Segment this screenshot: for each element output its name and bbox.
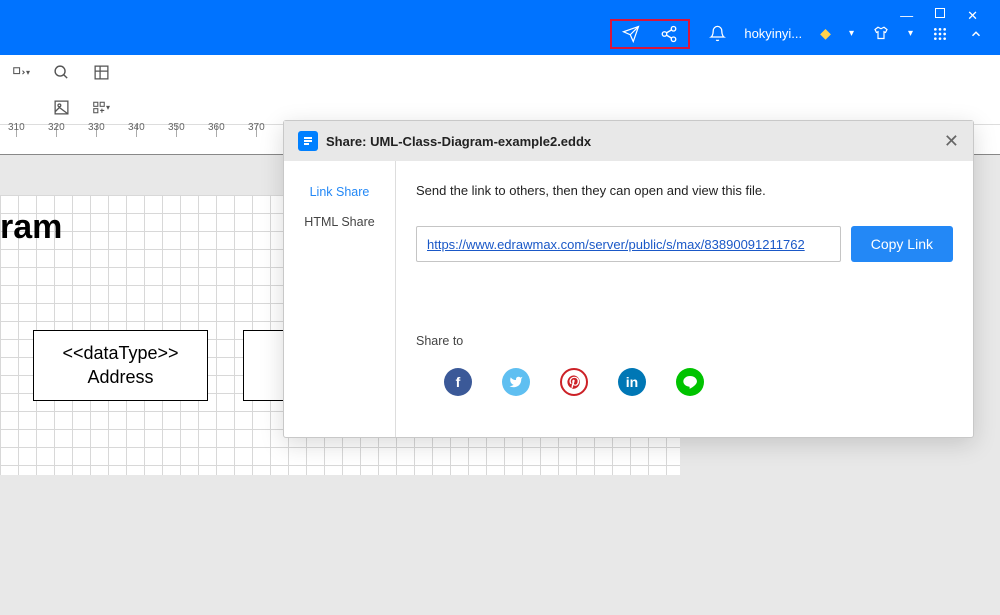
dialog-body: Link Share HTML Share Send the link to o… — [284, 161, 973, 437]
dialog-close-button[interactable]: ✕ — [944, 131, 959, 152]
send-icon[interactable] — [622, 25, 640, 43]
shirt-icon[interactable] — [872, 25, 890, 43]
ruler-tick: 360 — [208, 122, 225, 133]
facebook-icon[interactable]: f — [444, 368, 472, 396]
toolbar: ▾ ▾ — [0, 55, 1000, 125]
close-button[interactable]: ✕ — [967, 8, 978, 24]
ruler-tick: 370 — [248, 122, 265, 133]
dialog-tabs: Link Share HTML Share — [284, 161, 396, 437]
maximize-button[interactable] — [935, 8, 945, 18]
share-link-input[interactable]: https://www.edrawmax.com/server/public/s… — [416, 226, 841, 262]
linkedin-icon[interactable]: in — [618, 368, 646, 396]
instruction-text: Send the link to others, then they can o… — [416, 183, 953, 198]
diagram-title[interactable]: ram — [0, 208, 62, 247]
ruler-tick: 330 — [88, 122, 105, 133]
line-icon[interactable] — [676, 368, 704, 396]
shirt-dropdown[interactable]: ▾ — [908, 28, 913, 39]
apps-icon[interactable] — [931, 25, 949, 43]
ruler-tick: 340 — [128, 122, 145, 133]
collapse-icon[interactable] — [967, 25, 985, 43]
ruler-tick: 310 — [8, 122, 25, 133]
link-row: https://www.edrawmax.com/server/public/s… — [416, 226, 953, 262]
ruler-tick: 320 — [48, 122, 65, 133]
share-to-label: Share to — [416, 334, 953, 348]
search-icon[interactable] — [52, 64, 70, 82]
twitter-icon[interactable] — [502, 368, 530, 396]
ruler-tick: 350 — [168, 122, 185, 133]
share-buttons-highlight — [610, 19, 690, 49]
app-icon — [298, 131, 318, 151]
tab-link-share[interactable]: Link Share — [284, 177, 395, 207]
image-icon[interactable] — [52, 99, 70, 117]
datatype-box-address[interactable]: <<dataType>> Address — [33, 330, 208, 401]
copy-link-button[interactable]: Copy Link — [851, 226, 953, 262]
window-controls: — ✕ — [900, 8, 978, 24]
table-icon[interactable] — [92, 64, 110, 82]
diamond-dropdown[interactable]: ▾ — [849, 28, 854, 39]
dialog-title: Share: UML-Class-Diagram-example2.eddx — [326, 134, 591, 149]
username-label[interactable]: hokyinyi... — [744, 26, 802, 41]
stereotype-label: <<dataType>> — [48, 341, 193, 365]
share-to-section: Share to f in — [416, 334, 953, 396]
pinterest-icon[interactable] — [560, 368, 588, 396]
components-icon[interactable]: ▾ — [92, 99, 110, 117]
minimize-button[interactable]: — — [900, 8, 913, 24]
dialog-header: Share: UML-Class-Diagram-example2.eddx ✕ — [284, 121, 973, 161]
dialog-content: Send the link to others, then they can o… — [396, 161, 973, 437]
bell-icon[interactable] — [708, 25, 726, 43]
share-icon[interactable] — [660, 25, 678, 43]
tab-html-share[interactable]: HTML Share — [284, 207, 395, 237]
tool-dropdown-icon[interactable]: ▾ — [12, 64, 30, 82]
social-row: f in — [416, 368, 953, 396]
class-name-label: Address — [48, 365, 193, 389]
diamond-icon[interactable]: ◆ — [820, 25, 831, 42]
titlebar: — ✕ hokyinyi... ◆ ▾ ▾ — [0, 0, 1000, 55]
share-dialog: Share: UML-Class-Diagram-example2.eddx ✕… — [283, 120, 974, 438]
